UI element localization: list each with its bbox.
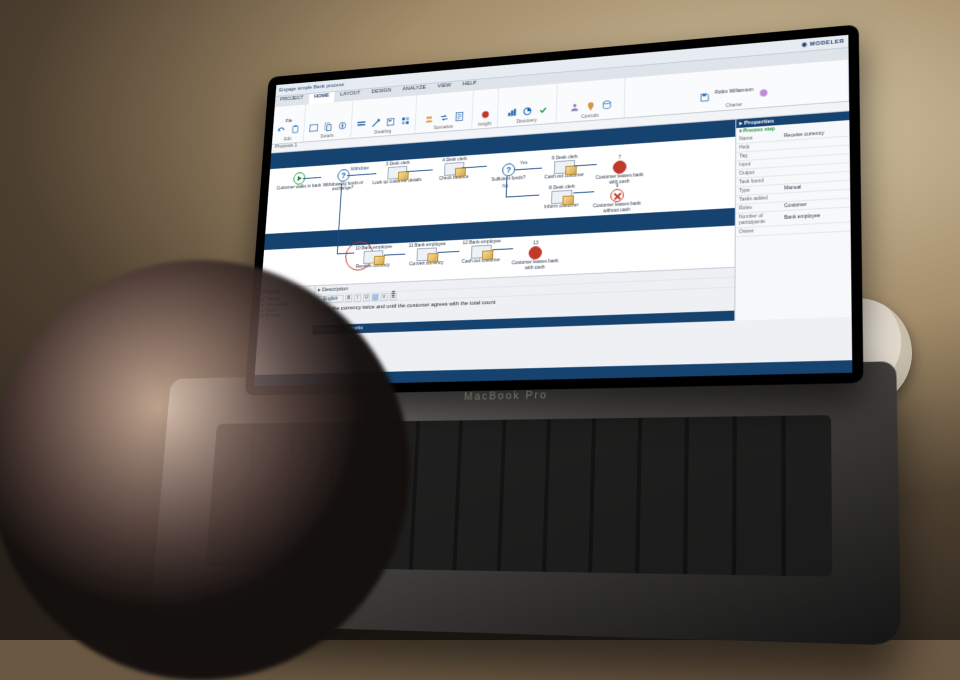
transform-icon[interactable] — [437, 111, 450, 124]
statements-icon[interactable] — [452, 110, 465, 123]
undo-icon[interactable] — [275, 124, 287, 137]
properties-icon[interactable] — [336, 119, 349, 132]
gateway-sufficient[interactable]: ?Sufficient funds? — [481, 162, 537, 184]
group-scenarios-label: Scenarios — [433, 124, 453, 131]
laptop-brand-label: MacBook Pro — [464, 389, 548, 402]
paste-icon[interactable] — [321, 120, 334, 133]
reports-icon[interactable] — [505, 106, 518, 120]
task-convert-currency[interactable]: 11 Bank employeeConvert currency — [399, 242, 454, 268]
save-icon[interactable] — [698, 90, 712, 104]
group-charter-label: Charter — [726, 102, 743, 109]
allow-icon[interactable] — [536, 103, 549, 117]
group-discovery-label: Discovery — [516, 118, 536, 125]
style-icon[interactable] — [307, 121, 320, 134]
end-event-cash-2[interactable]: 13Customer leaves bank with cash — [506, 240, 564, 272]
person-foreground — [0, 260, 410, 680]
charter-icon[interactable] — [756, 86, 770, 100]
bold-button[interactable]: B — [345, 294, 352, 302]
properties-panel: ▸ Properties ▾ Process step NameReceive … — [735, 111, 851, 320]
task-inform[interactable]: 8 Desk clerkInform customer — [533, 184, 590, 211]
list-button[interactable]: ≡ — [380, 293, 388, 301]
properties-table: NameReceive currency Help Tag Input Outp… — [736, 128, 851, 237]
beat-icon[interactable] — [478, 108, 491, 122]
app-brand: ◉ MODELER — [802, 38, 845, 48]
task-receive-currency[interactable]: 10 Bank employeeReceive currency — [346, 245, 400, 271]
task-cash-out-2[interactable]: 12 Bank employeeCash out customer — [453, 239, 509, 266]
end-event-no-cash[interactable]: 9Customer leaves bank without cash — [588, 182, 647, 215]
group-insight-label: Insight — [478, 121, 492, 127]
task-check-balance[interactable]: 4 Desk clerkCheck balance — [427, 156, 482, 183]
group-edit-label: Edit — [284, 137, 292, 143]
details-icon[interactable] — [355, 118, 368, 131]
place-icon[interactable] — [583, 99, 597, 113]
extend-icon[interactable] — [369, 116, 382, 129]
italic-button[interactable]: I — [354, 294, 361, 302]
end-event-cash[interactable]: 7Customer leaves bank with cash — [590, 154, 649, 187]
edge-label-yes: Yes — [520, 160, 528, 166]
numbered-list-button[interactable]: ≣ — [389, 292, 397, 300]
underline-button[interactable]: U — [363, 293, 371, 301]
clipboard-icon[interactable] — [289, 123, 302, 136]
meeting-icon[interactable] — [422, 112, 435, 125]
business-data-icon[interactable] — [600, 98, 614, 112]
color-button[interactable] — [372, 293, 380, 301]
composer-icon[interactable] — [399, 114, 412, 127]
group-details-label: Details — [320, 133, 333, 139]
group-controls-label: Controls — [581, 113, 599, 120]
statistics-icon[interactable] — [520, 105, 533, 119]
task-lookup[interactable]: 3 Desk clerkLook up customer details — [370, 160, 424, 186]
group-detailing-label: Detailing — [374, 129, 391, 136]
service-icon[interactable] — [568, 101, 582, 115]
template-icon[interactable] — [384, 115, 397, 128]
username: Robin Williamson — [715, 87, 754, 103]
task-cash-out-1[interactable]: 6 Desk clerkCash out customer — [536, 154, 593, 181]
